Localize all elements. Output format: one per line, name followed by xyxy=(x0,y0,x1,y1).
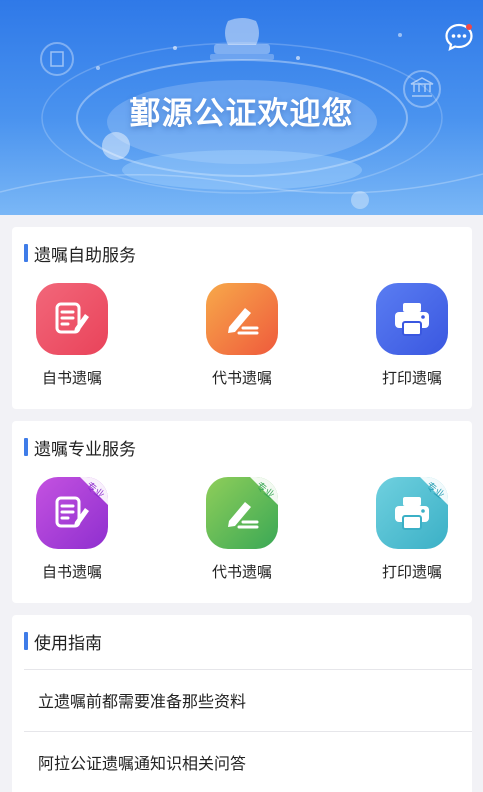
chat-button[interactable] xyxy=(444,22,474,52)
guide-card: 使用指南 立遗嘱前都需要准备那些资料 阿拉公证遗嘱通知识相关问答 xyxy=(12,615,472,792)
guide-item[interactable]: 立遗嘱前都需要准备那些资料 xyxy=(24,669,472,729)
printer-icon xyxy=(395,303,429,336)
guide-item-text: 立遗嘱前都需要准备那些资料 xyxy=(38,691,247,711)
chat-bubble-icon xyxy=(445,23,473,52)
guide-item[interactable]: 阿拉公证遗嘱通知识相关问答 xyxy=(24,731,472,791)
self-written-will-button[interactable]: 自书遗嘱 xyxy=(17,283,127,388)
pro-service-card: 遗嘱专业服务 专业 自书遗嘱 专业 代书遗嘱 专业 打印遗嘱 xyxy=(12,421,472,603)
service-label: 打印遗嘱 xyxy=(381,369,442,387)
pro-proxy-written-will-tile: 专业 xyxy=(206,477,278,549)
section-accent-bar xyxy=(24,632,28,650)
proxy-written-will-tile xyxy=(206,283,278,355)
section-title: 遗嘱自助服务 xyxy=(24,243,136,266)
service-label: 代书遗嘱 xyxy=(211,369,272,387)
self-written-will-tile xyxy=(36,283,108,355)
self-service-card: 遗嘱自助服务 自书遗嘱 代书遗嘱 打印遗嘱 xyxy=(12,227,472,409)
pen-write-icon xyxy=(228,308,259,335)
pro-print-will-button[interactable]: 专业 打印遗嘱 xyxy=(357,477,467,582)
print-will-tile xyxy=(376,283,448,355)
service-label: 打印遗嘱 xyxy=(381,563,442,581)
document-edit-icon xyxy=(55,302,89,334)
guide-item-text: 阿拉公证遗嘱通知识相关问答 xyxy=(38,753,247,773)
section-accent-bar xyxy=(24,244,28,262)
service-label: 代书遗嘱 xyxy=(211,563,272,581)
service-label: 自书遗嘱 xyxy=(41,563,102,581)
page-title: 鄞源公证欢迎您 xyxy=(129,96,354,132)
section-title: 遗嘱专业服务 xyxy=(24,437,136,460)
pro-self-written-will-tile: 专业 xyxy=(36,477,108,549)
service-label: 自书遗嘱 xyxy=(41,369,102,387)
header-banner: 鄞源公证欢迎您 xyxy=(0,0,483,215)
section-title-text: 遗嘱自助服务 xyxy=(34,245,136,266)
pro-self-written-will-button[interactable]: 专业 自书遗嘱 xyxy=(17,477,127,582)
section-title-text: 遗嘱专业服务 xyxy=(34,439,136,460)
pro-proxy-written-will-button[interactable]: 专业 代书遗嘱 xyxy=(187,477,297,582)
proxy-written-will-button[interactable]: 代书遗嘱 xyxy=(187,283,297,388)
section-accent-bar xyxy=(24,438,28,456)
print-will-button[interactable]: 打印遗嘱 xyxy=(357,283,467,388)
pro-print-will-tile: 专业 xyxy=(376,477,448,549)
section-title: 使用指南 xyxy=(24,631,102,654)
section-title-text: 使用指南 xyxy=(34,633,102,654)
